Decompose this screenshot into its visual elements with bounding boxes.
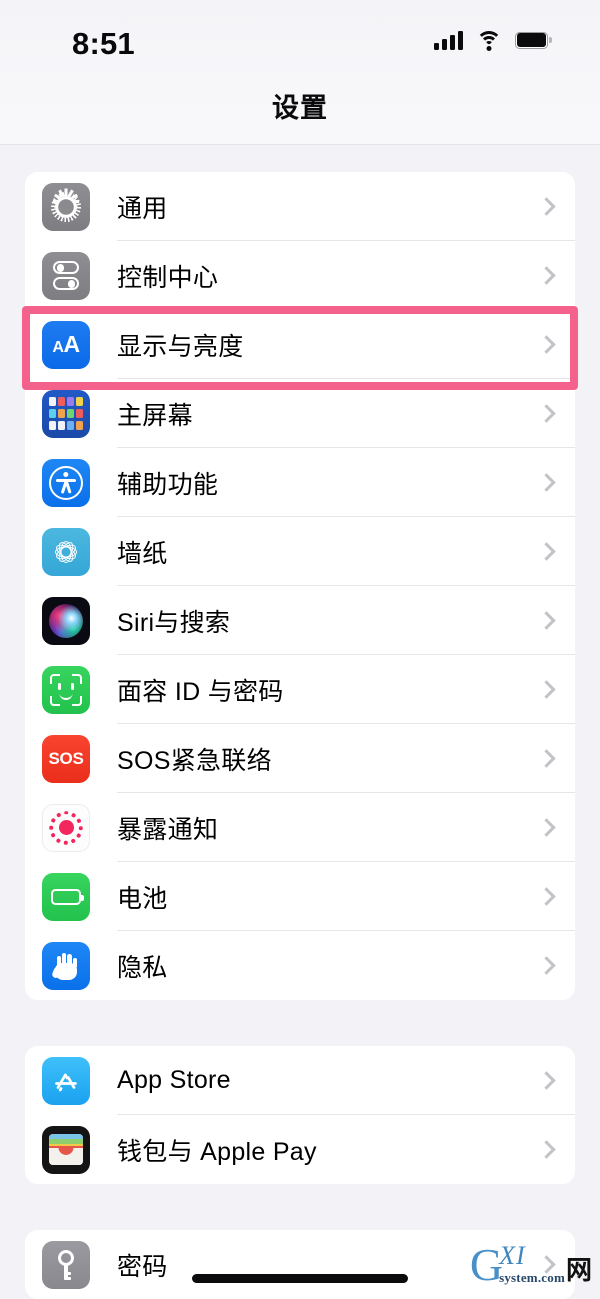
accessibility-icon (42, 458, 90, 507)
chevron-right-icon (537, 542, 556, 561)
battery-full-icon (515, 31, 552, 49)
wifi-icon (476, 30, 502, 51)
watermark-logo: G XI system.com 网 (470, 1241, 592, 1287)
settings-row-wallpaper[interactable]: 墙纸 (25, 517, 575, 586)
status-bar: 8:51 (0, 0, 600, 80)
settings-row-siri-search[interactable]: Siri与搜索 (25, 586, 575, 655)
settings-row-label: 通用 (117, 194, 168, 223)
sos-icon: SOS (42, 734, 90, 783)
settings-row-display-brightness[interactable]: AA 显示与亮度 (25, 310, 575, 379)
settings-row-label: 钱包与 Apple Pay (117, 1137, 317, 1166)
chevron-right-icon (537, 335, 556, 354)
settings-row-exposure-notifications[interactable]: 暴露通知 (25, 793, 575, 862)
battery-icon (42, 872, 90, 921)
settings-row-label: 辅助功能 (117, 470, 219, 499)
chevron-right-icon (537, 611, 556, 630)
settings-row-label: Siri与搜索 (117, 608, 231, 637)
watermark-net: 网 (565, 1256, 592, 1286)
chevron-right-icon (537, 680, 556, 699)
chevron-right-icon (537, 818, 556, 837)
settings-row-app-store[interactable]: App Store (25, 1046, 575, 1115)
settings-row-label: 主屏幕 (117, 401, 193, 430)
settings-row-label: App Store (117, 1066, 231, 1094)
status-bar-icons (434, 30, 552, 51)
settings-row-control-center[interactable]: 控制中心 (25, 241, 575, 310)
watermark-system: system.com (499, 1270, 565, 1285)
chevron-right-icon (537, 956, 556, 975)
app-store-icon (42, 1056, 90, 1105)
settings-row-label: 隐私 (117, 953, 168, 982)
key-icon (42, 1240, 90, 1289)
settings-row-accessibility[interactable]: 辅助功能 (25, 448, 575, 517)
settings-row-label: 电池 (117, 884, 168, 913)
navigation-bar: 设置 (0, 80, 600, 145)
cellular-signal-icon (434, 30, 463, 50)
settings-row-face-id-passcode[interactable]: 面容 ID 与密码 (25, 655, 575, 724)
settings-row-home-screen[interactable]: 主屏幕 (25, 379, 575, 448)
settings-row-general[interactable]: 通用 (25, 172, 575, 241)
chevron-right-icon (537, 404, 556, 423)
exposure-dots-icon (42, 803, 90, 852)
home-indicator[interactable] (192, 1274, 408, 1283)
chevron-right-icon (537, 197, 556, 216)
settings-group-1: 通用 控制中心 AA 显示与亮度 主屏幕 辅助功能 墙纸 Siri与搜索 面容 … (25, 172, 575, 1000)
chevron-right-icon (537, 1140, 556, 1159)
settings-row-wallet-apple-pay[interactable]: 钱包与 Apple Pay (25, 1115, 575, 1184)
gear-icon (42, 182, 90, 231)
settings-row-battery[interactable]: 电池 (25, 862, 575, 931)
settings-row-label: 密码 (117, 1252, 168, 1281)
chevron-right-icon (537, 1071, 556, 1090)
home-grid-icon (42, 389, 90, 438)
settings-row-privacy[interactable]: 隐私 (25, 931, 575, 1000)
siri-orb-icon (42, 596, 90, 645)
settings-row-label: SOS紧急联络 (117, 746, 272, 775)
page-title: 设置 (272, 93, 328, 123)
settings-row-label: 墙纸 (117, 539, 168, 568)
wallpaper-flower-icon (42, 527, 90, 576)
settings-row-emergency-sos[interactable]: SOS SOS紧急联络 (25, 724, 575, 793)
wallet-icon (42, 1125, 90, 1174)
settings-row-label: 暴露通知 (117, 815, 219, 844)
watermark-xi: XI (499, 1241, 526, 1270)
settings-row-label: 显示与亮度 (117, 332, 244, 361)
chevron-right-icon (537, 749, 556, 768)
toggles-icon (42, 251, 90, 300)
privacy-hand-icon (42, 941, 90, 990)
chevron-right-icon (537, 887, 556, 906)
aa-text-icon: AA (42, 320, 90, 369)
settings-row-label: 面容 ID 与密码 (117, 677, 284, 706)
status-bar-time: 8:51 (72, 26, 135, 61)
settings-row-label: 控制中心 (117, 263, 219, 292)
chevron-right-icon (537, 266, 556, 285)
settings-group-2: App Store 钱包与 Apple Pay (25, 1046, 575, 1184)
face-id-icon (42, 665, 90, 714)
settings-list: 通用 控制中心 AA 显示与亮度 主屏幕 辅助功能 墙纸 Siri与搜索 面容 … (0, 145, 600, 1299)
chevron-right-icon (537, 473, 556, 492)
